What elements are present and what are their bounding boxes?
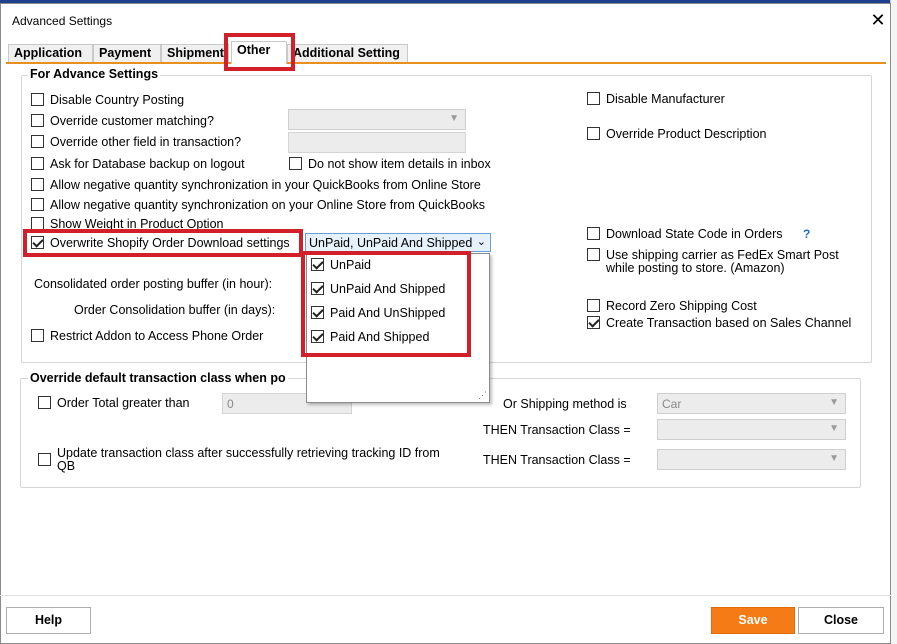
chevron-down-icon: ⌄ — [476, 236, 486, 248]
ask-db-backup-label: Ask for Database backup on logout — [50, 157, 245, 171]
restrict-addon-checkbox[interactable] — [31, 329, 44, 342]
order-total-value: 0 — [227, 397, 234, 411]
record-zero-shipping-checkbox[interactable] — [587, 299, 600, 312]
advance-settings-legend: For Advance Settings — [28, 67, 161, 81]
allow-negative-store-checkbox[interactable] — [31, 198, 44, 211]
chevron-down-icon: ▼ — [449, 113, 459, 124]
disable-country-posting-label: Disable Country Posting — [50, 93, 185, 107]
do-not-show-item-details-checkbox[interactable] — [289, 157, 302, 170]
override-other-field-checkbox[interactable] — [31, 135, 44, 148]
other-field-input[interactable] — [288, 132, 466, 153]
use-shipping-carrier-label-line1: Use shipping carrier as FedEx Smart Post — [606, 248, 839, 262]
highlight-box-overwrite-shopify — [23, 229, 303, 257]
order-total-label: Order Total greater than — [57, 396, 190, 410]
chevron-down-icon: ▼ — [829, 397, 839, 408]
tab-application[interactable]: Application — [8, 44, 93, 63]
override-customer-matching-checkbox[interactable] — [31, 114, 44, 127]
consolidated-buffer-label: Consolidated order posting buffer (in ho… — [34, 277, 273, 291]
update-class-label-line2: QB — [57, 459, 76, 473]
close-button[interactable]: Close — [798, 607, 884, 634]
use-shipping-carrier-checkbox[interactable] — [587, 248, 600, 261]
then-class-label-2: THEN Transaction Class = — [483, 453, 631, 467]
help-button[interactable]: Help — [6, 607, 91, 634]
transaction-class-select-2[interactable]: ▼ — [657, 449, 846, 470]
update-class-label-line1: Update transaction class after successfu… — [57, 446, 440, 460]
resize-grip-icon[interactable]: ⋰ — [478, 390, 487, 401]
close-icon[interactable]: ✕ — [868, 10, 888, 30]
override-class-legend: Override default transaction class when … — [28, 371, 288, 385]
tab-underline — [6, 62, 886, 64]
override-product-description-label: Override Product Description — [606, 127, 767, 141]
chevron-down-icon: ▼ — [829, 423, 839, 434]
create-transaction-channel-checkbox[interactable] — [587, 316, 600, 329]
background-window-edge-right — [890, 0, 897, 644]
tab-payment[interactable]: Payment — [93, 44, 161, 63]
download-state-code-label: Download State Code in Orders — [606, 227, 783, 241]
record-zero-shipping-label: Record Zero Shipping Cost — [606, 299, 757, 313]
download-state-code-checkbox[interactable] — [587, 227, 600, 240]
disable-country-posting-checkbox[interactable] — [31, 93, 44, 106]
or-shipping-method-label: Or Shipping method is — [503, 397, 627, 411]
then-class-label-1: THEN Transaction Class = — [483, 423, 631, 437]
tab-additional-setting[interactable]: Additional Setting — [287, 44, 408, 63]
order-total-checkbox[interactable] — [38, 396, 51, 409]
allow-negative-qb-checkbox[interactable] — [31, 178, 44, 191]
footer-divider — [0, 595, 891, 596]
do-not-show-item-details-label: Do not show item details in inbox — [308, 157, 491, 171]
order-consolidation-buffer-label: Order Consolidation buffer (in days): — [74, 303, 276, 317]
help-icon[interactable]: ? — [803, 227, 810, 241]
dialog-title: Advanced Settings — [12, 14, 113, 28]
shipping-method-select[interactable]: Car ▼ — [657, 393, 846, 414]
customer-matching-select[interactable]: ▼ — [288, 109, 466, 130]
transaction-class-select-1[interactable]: ▼ — [657, 419, 846, 440]
ask-db-backup-checkbox[interactable] — [31, 157, 44, 170]
disable-manufacturer-label: Disable Manufacturer — [606, 92, 725, 106]
chevron-down-icon: ▼ — [829, 453, 839, 464]
shopify-status-selected: UnPaid, UnPaid And Shipped — [309, 236, 473, 250]
shopify-status-dropdown[interactable]: UnPaid, UnPaid And Shipped ⌄ — [305, 233, 491, 252]
override-other-field-label: Override other field in transaction? — [50, 135, 242, 149]
override-customer-matching-label: Override customer matching? — [50, 114, 214, 128]
use-shipping-carrier-label-line2: while posting to store. (Amazon) — [606, 261, 785, 275]
restrict-addon-label: Restrict Addon to Access Phone Order — [50, 329, 264, 343]
disable-manufacturer-checkbox[interactable] — [587, 92, 600, 105]
override-product-description-checkbox[interactable] — [587, 127, 600, 140]
create-transaction-channel-label: Create Transaction based on Sales Channe… — [606, 316, 852, 330]
highlight-box-dropdown-options — [301, 251, 471, 357]
allow-negative-qb-label: Allow negative quantity synchronization … — [50, 178, 481, 192]
shipping-method-value: Car — [662, 397, 682, 411]
allow-negative-store-label: Allow negative quantity synchronization … — [50, 198, 485, 212]
tab-shipment[interactable]: Shipment — [161, 44, 229, 63]
update-class-checkbox[interactable] — [38, 453, 51, 466]
highlight-box-other-tab — [224, 33, 295, 71]
save-button[interactable]: Save — [711, 607, 795, 634]
